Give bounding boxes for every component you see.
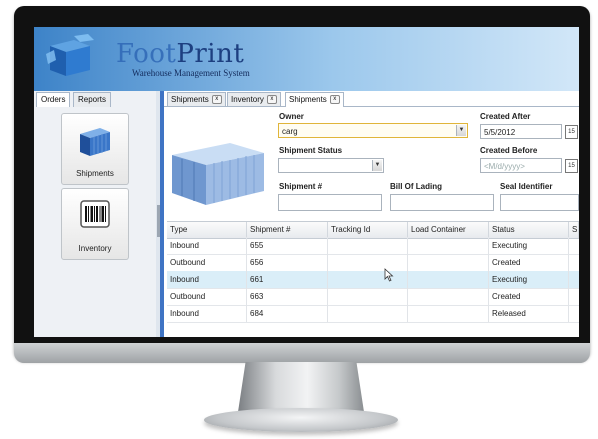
nav-button-inventory[interactable]: Inventory bbox=[61, 188, 129, 260]
created-after-input[interactable]: 5/5/2012 bbox=[480, 124, 562, 139]
app-header: FootPrint Warehouse Management System bbox=[34, 27, 579, 91]
brand-print-text: Print bbox=[176, 39, 245, 69]
cargo-container-icon bbox=[80, 128, 110, 156]
monitor-stand-base bbox=[204, 408, 398, 432]
app-brand-name: FootPrint bbox=[116, 39, 244, 69]
cell-type: Outbound bbox=[167, 254, 247, 271]
cell-tracking-id bbox=[328, 254, 408, 271]
calendar-icon[interactable]: 15 bbox=[565, 159, 578, 173]
seal-identifier-input[interactable] bbox=[500, 194, 579, 211]
owner-input-value: carg bbox=[282, 127, 298, 136]
cell-shipment-number: 663 bbox=[247, 288, 328, 305]
tab-shipments-1-label: Shipments bbox=[171, 95, 209, 104]
cell-status: Executing bbox=[489, 271, 569, 288]
cell-load-container bbox=[408, 305, 489, 322]
monitor-chin bbox=[14, 343, 590, 363]
main-content-panel: Shipments x Inventory x Shipments x Owner c… bbox=[164, 91, 579, 337]
cell-shipment-number: 661 bbox=[247, 271, 328, 288]
cell-status: Created bbox=[489, 254, 569, 271]
owner-label: Owner bbox=[279, 112, 304, 121]
left-nav-panel: Orders Reports Shipments Inventory bbox=[34, 91, 157, 337]
nav-button-shipments-label: Shipments bbox=[76, 169, 114, 178]
created-before-placeholder: <M/d/yyyy> bbox=[484, 162, 525, 171]
app-subtitle: Warehouse Management System bbox=[132, 68, 250, 78]
cell-tracking-id bbox=[328, 288, 408, 305]
cell-tracking-id bbox=[328, 237, 408, 254]
cell-load-container bbox=[408, 271, 489, 288]
monitor-stand-neck bbox=[238, 362, 364, 412]
cell-status: Released bbox=[489, 305, 569, 322]
owner-combobox[interactable]: carg ▼ bbox=[278, 123, 468, 138]
barcode-icon bbox=[80, 200, 110, 228]
chevron-down-icon[interactable]: ▼ bbox=[456, 125, 466, 136]
shipment-number-label: Shipment # bbox=[279, 182, 323, 191]
column-header-status[interactable]: Status bbox=[489, 222, 569, 238]
close-icon[interactable]: x bbox=[329, 95, 340, 105]
table-row-selected[interactable]: Inbound 661 Executing bbox=[167, 271, 579, 289]
column-header-partial[interactable]: S bbox=[569, 222, 579, 238]
calendar-icon[interactable]: 15 bbox=[565, 125, 578, 139]
bill-of-lading-label: Bill Of Lading bbox=[390, 182, 442, 191]
tab-inventory-label: Inventory bbox=[231, 95, 264, 104]
close-icon[interactable]: x bbox=[266, 95, 277, 105]
cell-type: Inbound bbox=[167, 271, 247, 288]
created-before-input[interactable]: <M/d/yyyy> bbox=[480, 158, 562, 173]
shipment-status-dropdown[interactable]: ▼ bbox=[278, 158, 384, 173]
column-header-type[interactable]: Type bbox=[167, 222, 247, 238]
cell-shipment-number: 655 bbox=[247, 237, 328, 254]
tab-shipments-active[interactable]: Shipments x bbox=[285, 92, 344, 107]
shipment-number-input[interactable] bbox=[278, 194, 382, 211]
cell-status: Executing bbox=[489, 237, 569, 254]
logo-cube-icon bbox=[46, 34, 94, 76]
created-after-label: Created After bbox=[480, 112, 531, 121]
tab-shipments-1[interactable]: Shipments x bbox=[167, 92, 226, 106]
tab-orders[interactable]: Orders bbox=[36, 92, 71, 107]
cell-status: Created bbox=[489, 288, 569, 305]
table-row[interactable]: Inbound 655 Executing bbox=[167, 237, 579, 255]
bill-of-lading-input[interactable] bbox=[390, 194, 494, 211]
chevron-down-icon[interactable]: ▼ bbox=[372, 160, 382, 171]
cell-tracking-id bbox=[328, 271, 408, 288]
document-tab-strip: Shipments x Inventory x Shipments x bbox=[164, 91, 579, 107]
cell-load-container bbox=[408, 288, 489, 305]
close-icon[interactable]: x bbox=[211, 95, 222, 105]
tab-reports[interactable]: Reports bbox=[73, 92, 112, 107]
cell-load-container bbox=[408, 254, 489, 271]
created-before-label: Created Before bbox=[480, 146, 538, 155]
nav-button-shipments[interactable]: Shipments bbox=[61, 113, 129, 185]
shipments-grid: Type Shipment # Tracking Id Load Contain… bbox=[167, 221, 579, 337]
created-after-value: 5/5/2012 bbox=[484, 128, 516, 137]
brand-foot-text: Foot bbox=[116, 39, 177, 69]
app-screen: FootPrint Warehouse Management System Or… bbox=[34, 27, 579, 337]
mouse-cursor-icon bbox=[384, 268, 394, 282]
cell-type: Inbound bbox=[167, 305, 247, 322]
table-row[interactable]: Outbound 663 Created bbox=[167, 288, 579, 306]
cell-shipment-number: 656 bbox=[247, 254, 328, 271]
tab-shipments-active-label: Shipments bbox=[289, 95, 327, 104]
tab-inventory[interactable]: Inventory x bbox=[227, 92, 281, 106]
seal-identifier-label: Seal Identifier bbox=[500, 182, 553, 191]
cell-load-container bbox=[408, 237, 489, 254]
shipping-container-illustration bbox=[172, 143, 264, 205]
column-header-load-container[interactable]: Load Container bbox=[408, 222, 489, 238]
nav-button-inventory-label: Inventory bbox=[78, 244, 112, 253]
column-header-tracking-id[interactable]: Tracking Id bbox=[328, 222, 408, 238]
cell-type: Inbound bbox=[167, 237, 247, 254]
table-row[interactable]: Outbound 656 Created bbox=[167, 254, 579, 272]
column-header-shipment-number[interactable]: Shipment # bbox=[247, 222, 328, 238]
table-row[interactable]: Inbound 684 Released bbox=[167, 305, 579, 323]
shipment-status-label: Shipment Status bbox=[279, 146, 343, 155]
cell-tracking-id bbox=[328, 305, 408, 322]
cell-type: Outbound bbox=[167, 288, 247, 305]
cell-shipment-number: 684 bbox=[247, 305, 328, 322]
